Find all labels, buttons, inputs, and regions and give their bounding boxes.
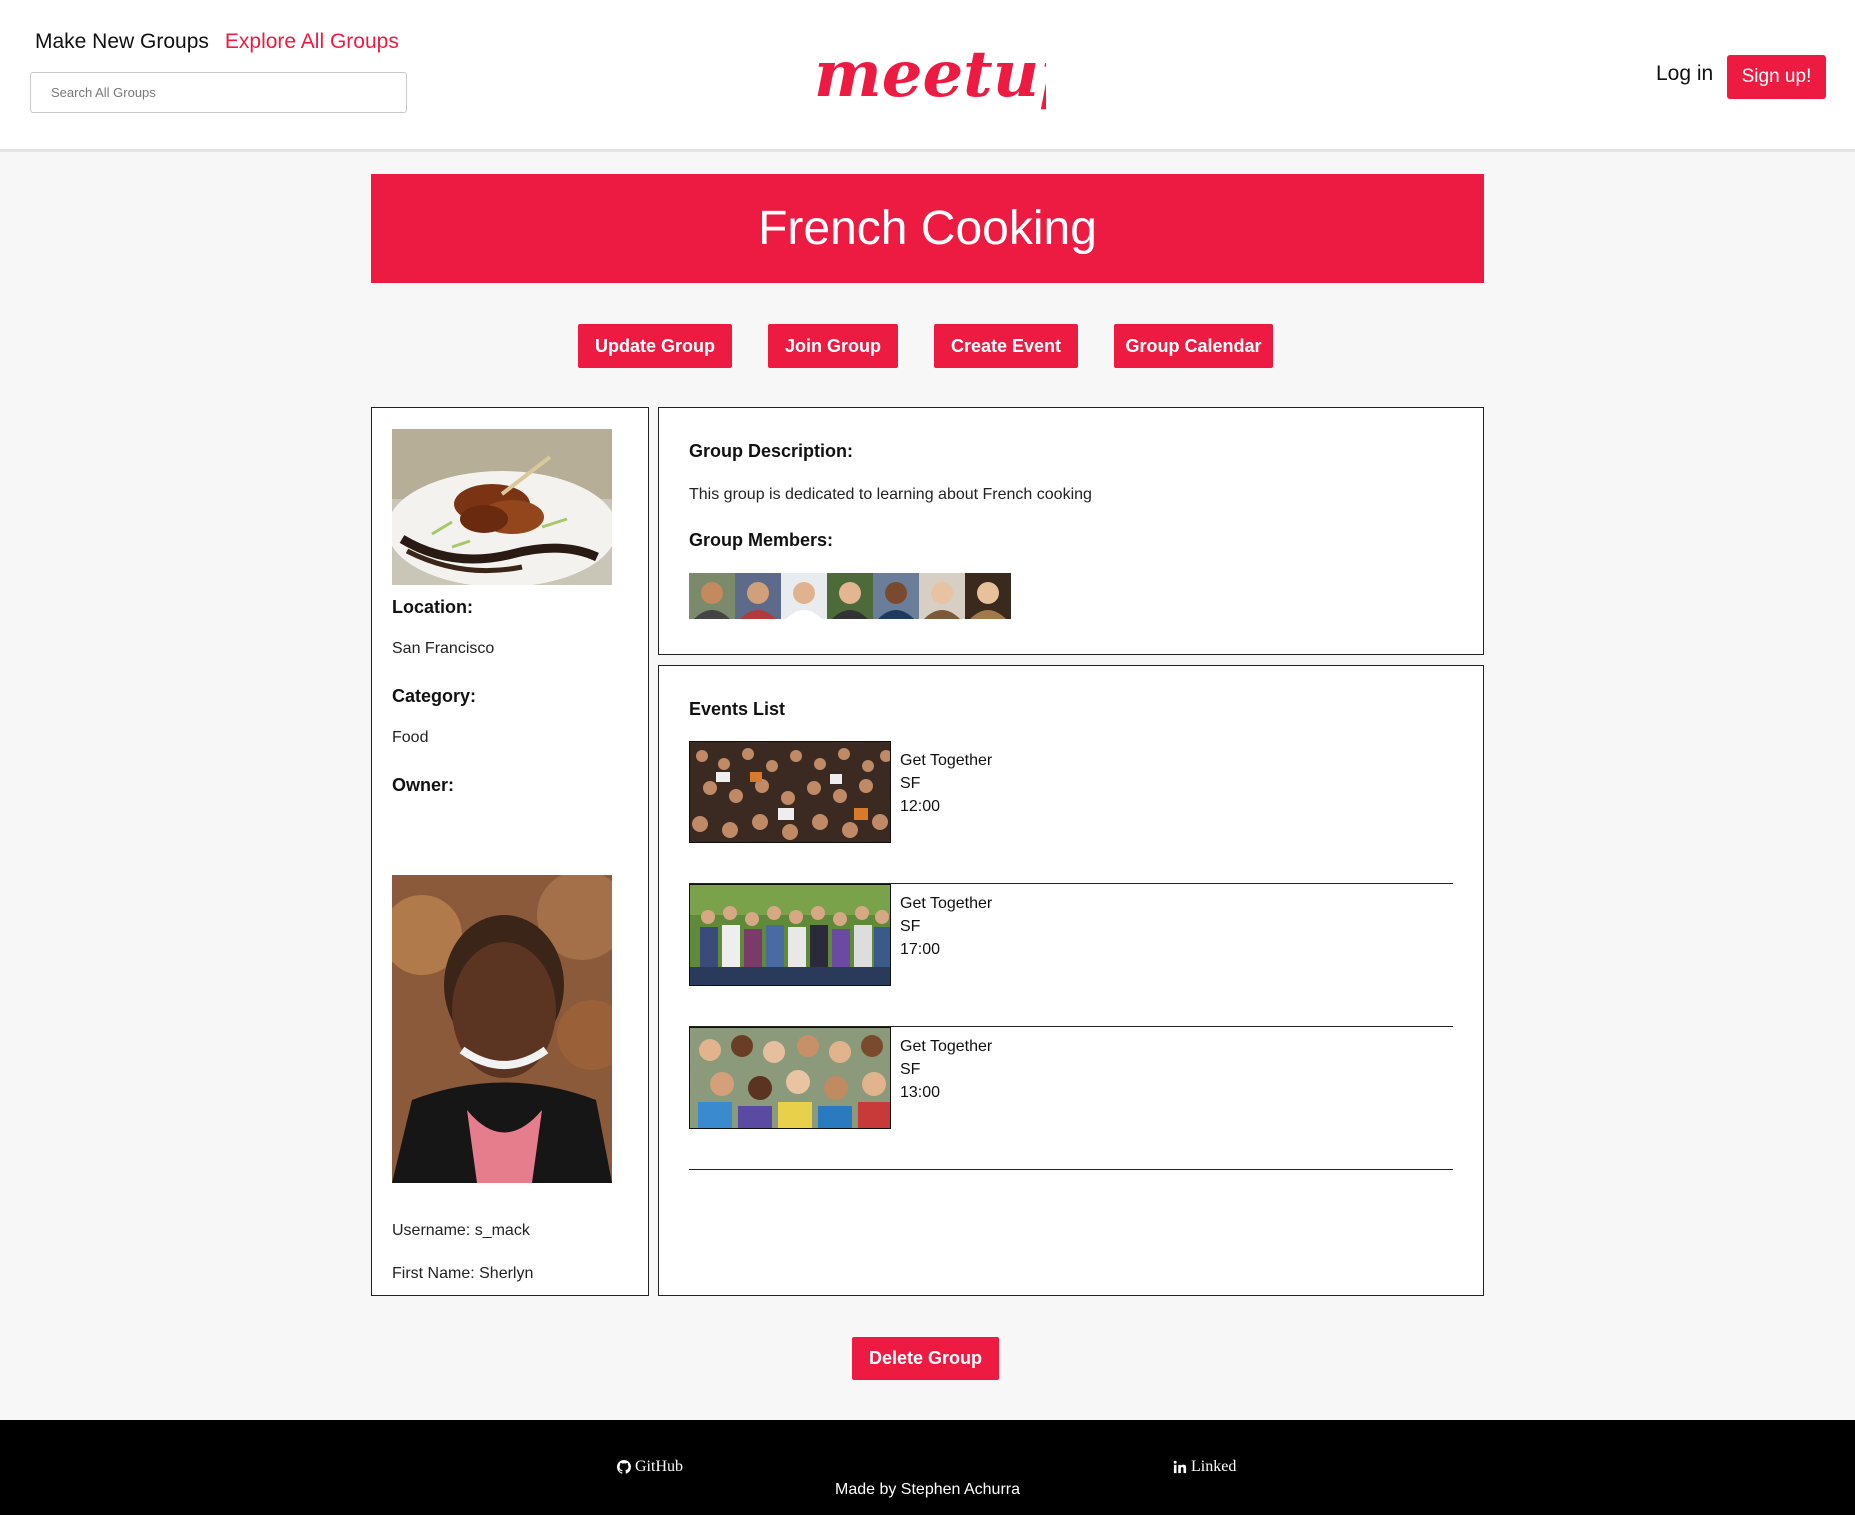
events-panel: Events List Get Together SF 12:00 Get To…: [658, 665, 1484, 1296]
github-link[interactable]: GitHub: [617, 1458, 683, 1476]
linkedin-label: Linked: [1191, 1458, 1237, 1475]
description-label: Group Description:: [689, 441, 854, 461]
members-label: Group Members:: [689, 530, 834, 550]
event-details: Get Together SF 12:00: [900, 749, 992, 818]
top-header: Make New Groups Explore All Groups meetu…: [0, 0, 1855, 152]
member-avatar[interactable]: [689, 573, 735, 619]
location-value: San Francisco: [392, 640, 495, 657]
update-group-button[interactable]: Update Group: [578, 324, 732, 368]
crowd-image: [690, 742, 890, 842]
owner-username: Username: s_mack: [392, 1222, 530, 1239]
event-location: SF: [900, 918, 921, 935]
owner-label: Owner:: [392, 775, 455, 795]
member-avatar[interactable]: [919, 573, 965, 619]
member-avatar[interactable]: [873, 573, 919, 619]
footer: GitHub Linked Made by Stephen Achurra: [0, 1420, 1855, 1515]
github-label: GitHub: [635, 1458, 683, 1475]
linkedin-link[interactable]: Linked: [1173, 1458, 1236, 1476]
group-title-banner: French Cooking: [371, 174, 1484, 283]
signup-button[interactable]: Sign up!: [1727, 55, 1826, 99]
delete-group-button[interactable]: Delete Group: [852, 1337, 999, 1380]
group-photo-image: [690, 885, 890, 985]
event-image[interactable]: [689, 1027, 891, 1129]
owner-avatar: [392, 875, 612, 1183]
diverse-crowd-image: [690, 1028, 890, 1128]
linkedin-icon: [1173, 1460, 1187, 1474]
group-title: French Cooking: [758, 202, 1097, 255]
event-name: Get Together: [900, 752, 993, 769]
group-description-panel: Group Description: This group is dedicat…: [658, 407, 1484, 655]
group-calendar-button[interactable]: Group Calendar: [1114, 324, 1273, 368]
login-link[interactable]: Log in: [1656, 62, 1713, 86]
owner-first-name: First Name: Sherlyn: [392, 1265, 534, 1282]
event-details: Get Together SF 17:00: [900, 892, 992, 961]
member-avatar[interactable]: [781, 573, 827, 619]
join-group-button[interactable]: Join Group: [768, 324, 898, 368]
event-item[interactable]: Get Together SF 17:00: [689, 884, 1453, 1027]
member-avatar[interactable]: [965, 573, 1011, 619]
event-name: Get Together: [900, 895, 993, 912]
footer-credit: Made by Stephen Achurra: [834, 1481, 1020, 1498]
member-avatar[interactable]: [735, 573, 781, 619]
events-list-title: Events List: [689, 699, 786, 719]
category-value: Food: [392, 729, 429, 746]
event-time: 17:00: [900, 941, 941, 958]
event-time: 13:00: [900, 1084, 941, 1101]
create-event-button[interactable]: Create Event: [934, 324, 1078, 368]
event-details: Get Together SF 13:00: [900, 1035, 992, 1104]
category-label: Category:: [392, 686, 477, 706]
header-nav: Make New Groups Explore All Groups: [35, 30, 399, 54]
event-item[interactable]: Get Together SF 12:00: [689, 741, 1453, 884]
description-text: This group is dedicated to learning abou…: [689, 486, 1092, 503]
meetup-logo[interactable]: meetup: [810, 38, 1046, 128]
event-item[interactable]: Get Together SF 13:00: [689, 1027, 1453, 1170]
event-location: SF: [900, 775, 921, 792]
group-info-panel: Location: San Francisco Category: Food O…: [371, 407, 649, 1296]
event-location: SF: [900, 1061, 921, 1078]
search-groups-input[interactable]: [30, 72, 407, 113]
event-image[interactable]: [689, 741, 891, 843]
event-image[interactable]: [689, 884, 891, 986]
member-avatar[interactable]: [827, 573, 873, 619]
github-icon: [617, 1460, 631, 1474]
make-new-groups-link[interactable]: Make New Groups: [35, 30, 209, 54]
event-time: 12:00: [900, 798, 941, 815]
member-list: [689, 573, 1011, 619]
explore-all-groups-link[interactable]: Explore All Groups: [225, 30, 399, 54]
location-label: Location:: [392, 597, 473, 617]
meetup-logo-text: meetup: [814, 38, 1046, 112]
group-image: [392, 429, 612, 585]
event-name: Get Together: [900, 1038, 993, 1055]
